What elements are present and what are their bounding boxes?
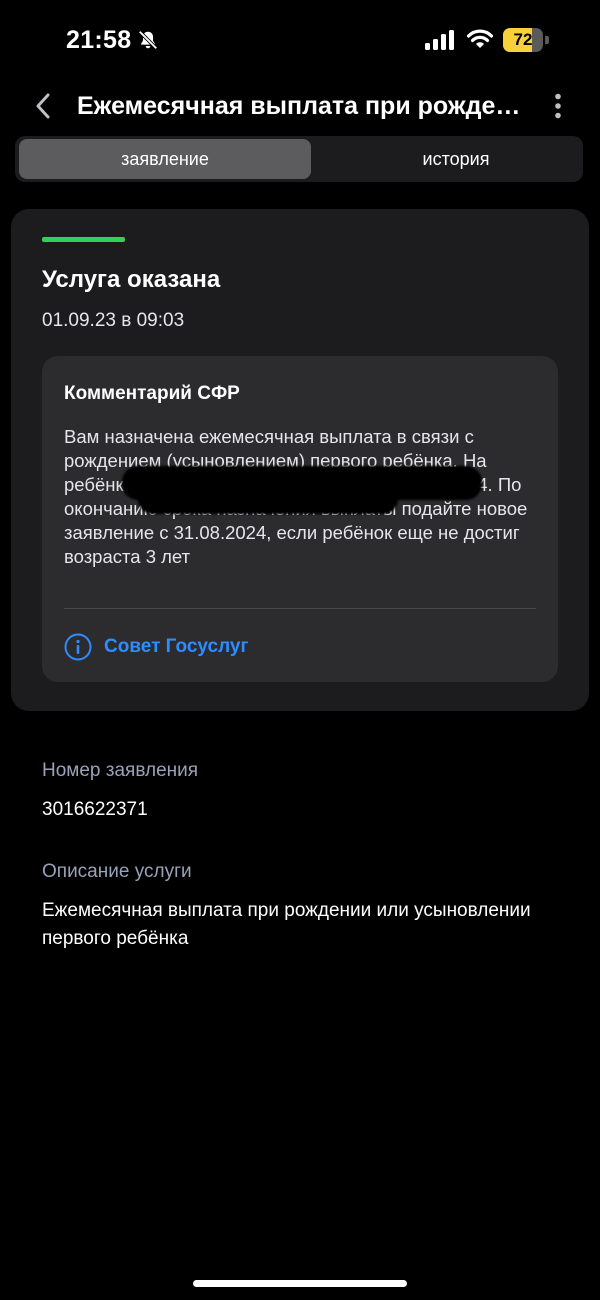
more-vertical-icon bbox=[555, 93, 561, 119]
divider bbox=[64, 608, 536, 609]
gosuslugi-tip-link[interactable]: Совет Госуслуг bbox=[64, 632, 248, 662]
status-bar: 21:58 72 bbox=[0, 0, 600, 82]
status-card: Услуга оказана 01.09.23 в 09:03 Коммента… bbox=[11, 209, 589, 711]
application-number: 3016622371 bbox=[42, 799, 148, 820]
wifi-icon bbox=[466, 29, 494, 48]
service-description: Ежемесячная выплата при рождении или усы… bbox=[42, 900, 531, 949]
home-indicator bbox=[193, 1280, 407, 1287]
application-number-label: Номер заявления bbox=[42, 760, 199, 781]
tab-history[interactable]: история bbox=[311, 139, 600, 179]
segmented-tabs: заявление история bbox=[15, 136, 583, 182]
status-title: Услуга оказана bbox=[42, 266, 221, 293]
back-button[interactable] bbox=[28, 90, 58, 122]
info-icon bbox=[64, 633, 92, 661]
bell-muted-icon bbox=[138, 30, 158, 50]
battery-body: 72 bbox=[503, 28, 543, 52]
chevron-left-icon bbox=[36, 93, 50, 119]
status-time: 21:58 bbox=[66, 26, 132, 54]
service-description-label: Описание услуги bbox=[42, 861, 192, 882]
battery-percentage: 72 bbox=[513, 30, 533, 49]
tip-link-label: Совет Госуслуг bbox=[104, 636, 249, 657]
comment-box: Комментарий СФР Вам назначена ежемесячна… bbox=[42, 356, 558, 682]
battery-tip bbox=[545, 36, 549, 44]
redaction-mark bbox=[138, 484, 398, 514]
status-indicator-bar bbox=[42, 237, 125, 242]
battery-indicator: 72 bbox=[503, 28, 549, 52]
cellular-signal-icon bbox=[425, 30, 454, 50]
tab-application[interactable]: заявление bbox=[19, 139, 311, 179]
page-title: Ежемесячная выплата при рождении или усы… bbox=[77, 92, 522, 120]
comment-title: Комментарий СФР bbox=[64, 383, 240, 404]
more-options-button[interactable] bbox=[548, 90, 568, 122]
status-datetime: 01.09.23 в 09:03 bbox=[42, 310, 185, 331]
page-header: Ежемесячная выплата при рождении или усы… bbox=[0, 84, 600, 128]
